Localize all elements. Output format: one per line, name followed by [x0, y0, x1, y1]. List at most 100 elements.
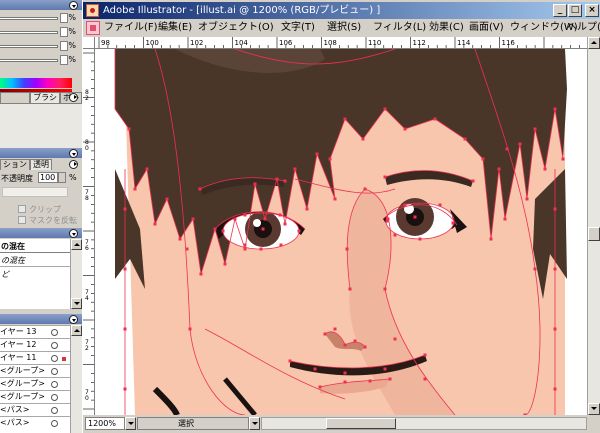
anchor-point	[198, 187, 202, 191]
ruler-label: 106	[279, 39, 293, 47]
layer-row[interactable]: <パス>	[0, 403, 70, 416]
transparency-thumbnail	[2, 187, 68, 197]
menu-effect[interactable]: 効果(C)	[429, 21, 464, 35]
palette-menu-button[interactable]	[69, 160, 78, 169]
window-minimize-button[interactable]: _	[553, 4, 567, 17]
tab-swatches[interactable]	[0, 92, 31, 103]
blend-palette-titlebar[interactable]	[0, 228, 82, 238]
clip-label: クリップ	[29, 205, 61, 214]
menu-type[interactable]: 文字(T)	[281, 21, 315, 35]
slider-track[interactable]	[0, 31, 58, 34]
vertical-ruler[interactable]: 82 80 78 76 74 72 70	[83, 49, 95, 415]
scroll-up-button[interactable]	[71, 325, 82, 336]
menu-help[interactable]: ヘルプ(H)	[567, 21, 600, 35]
layer-target-icon[interactable]	[51, 381, 58, 388]
layers-scrollbar[interactable]	[70, 325, 82, 433]
scroll-up-button[interactable]	[588, 37, 600, 49]
selection-indicator-icon[interactable]	[62, 357, 66, 361]
palette-menu-button[interactable]	[69, 229, 78, 238]
layer-row[interactable]: <パス>	[0, 416, 70, 429]
palette-menu-button[interactable]	[69, 149, 78, 158]
color-spectrum-bar[interactable]	[0, 78, 72, 88]
slider-percent-label: %	[68, 55, 76, 64]
layer-row[interactable]: イヤー 11	[0, 351, 70, 364]
zoom-dropdown-button[interactable]	[125, 417, 136, 430]
menu-filter[interactable]: フィルタ(L)	[373, 21, 426, 35]
color-palette-titlebar[interactable]	[0, 0, 82, 10]
menu-view[interactable]: 画面(V)	[469, 21, 504, 35]
palette-menu-button[interactable]	[69, 1, 78, 10]
transparency-palette-titlebar[interactable]	[0, 148, 82, 158]
window-close-button[interactable]: ×	[585, 4, 599, 17]
layer-row[interactable]: <グループ>	[0, 364, 70, 377]
tab-transparency[interactable]: 透明	[30, 159, 52, 170]
anchor-point	[438, 203, 442, 207]
layer-row[interactable]: イヤー 13	[0, 325, 70, 338]
document-vertical-scrollbar[interactable]	[587, 37, 600, 415]
artboard-canvas[interactable]	[95, 49, 587, 415]
document-horizontal-scrollbar[interactable]	[261, 417, 587, 430]
palette-menu-button[interactable]	[69, 93, 78, 102]
document-window: Adobe Illustrator - [illust.ai @ 1200% (…	[82, 0, 600, 433]
scroll-down-button[interactable]	[588, 403, 600, 415]
layer-target-icon[interactable]	[51, 420, 58, 427]
blend-mode-row[interactable]: の混在	[0, 253, 70, 266]
anchor-point	[333, 327, 337, 331]
invert-mask-checkbox[interactable]	[18, 216, 26, 224]
scroll-up-button[interactable]	[71, 239, 82, 250]
layer-target-icon[interactable]	[51, 407, 58, 414]
layer-name: <グループ>	[0, 366, 45, 375]
slider-track[interactable]	[0, 59, 58, 62]
ruler-label: 108	[324, 39, 337, 47]
slider-value-field[interactable]	[60, 13, 68, 23]
layer-target-icon[interactable]	[51, 394, 58, 401]
menu-file[interactable]: ファイル(F)	[104, 21, 158, 35]
opacity-dropdown-button[interactable]	[58, 172, 66, 183]
tab-gradation[interactable]: ション	[0, 159, 30, 170]
color-slider-y[interactable]: %	[0, 41, 82, 52]
layer-row[interactable]: <グループ>	[0, 377, 70, 390]
vertical-scroll-thumb[interactable]	[588, 227, 600, 241]
slider-value-field[interactable]	[60, 27, 68, 37]
layer-row[interactable]: <グループ>	[0, 390, 70, 403]
invert-mask-label: マスクを反転	[29, 216, 77, 225]
slider-track[interactable]	[0, 45, 58, 48]
slider-value-field[interactable]	[60, 55, 68, 65]
status-tool-field[interactable]: 選択	[137, 417, 249, 430]
window-maximize-button[interactable]: □	[568, 4, 582, 17]
scroll-down-button[interactable]	[71, 298, 82, 309]
color-slider-k[interactable]: %	[0, 55, 82, 66]
document-icon[interactable]	[86, 21, 100, 35]
slider-value-field[interactable]	[60, 41, 68, 51]
anchor-point	[553, 107, 557, 111]
opacity-input[interactable]: 100	[38, 172, 58, 183]
menu-object[interactable]: オブジェクト(O)	[198, 21, 274, 35]
tab-brushes[interactable]: ブラシ	[30, 92, 60, 103]
blend-item-row[interactable]: ど	[0, 266, 70, 279]
horizontal-scroll-thumb[interactable]	[326, 418, 396, 429]
slider-track[interactable]	[0, 17, 58, 20]
layer-target-icon[interactable]	[51, 329, 58, 336]
anchor-point	[363, 187, 367, 191]
menu-select[interactable]: 選択(S)	[327, 21, 361, 35]
ruler-origin[interactable]	[83, 37, 95, 49]
palette-menu-button[interactable]	[69, 315, 78, 324]
layer-target-icon[interactable]	[51, 368, 58, 375]
zoom-level-field[interactable]: 1200%	[85, 417, 125, 430]
layer-target-icon[interactable]	[51, 355, 58, 362]
ruler-ticks: 98 100 102 104 106 108 110 112 114 116	[98, 37, 580, 48]
layer-target-icon[interactable]	[51, 342, 58, 349]
layers-palette-titlebar[interactable]	[0, 314, 82, 324]
illustrator-app-icon[interactable]	[86, 4, 99, 17]
menu-edit[interactable]: 編集(E)	[158, 21, 192, 35]
layer-row[interactable]: イヤー 12	[0, 338, 70, 351]
clip-checkbox[interactable]	[18, 205, 26, 213]
color-slider-c[interactable]: %	[0, 13, 82, 24]
horizontal-ruler[interactable]: 98 100 102 104 106 108 110 112 114 116	[95, 37, 587, 49]
anchor-point	[518, 142, 522, 146]
blend-scrollbar[interactable]	[70, 239, 82, 309]
title-bar[interactable]: Adobe Illustrator - [illust.ai @ 1200% (…	[83, 2, 600, 19]
color-slider-m[interactable]: %	[0, 27, 82, 38]
ruler-label: 104	[235, 39, 249, 47]
status-dropdown-button[interactable]	[249, 417, 260, 430]
